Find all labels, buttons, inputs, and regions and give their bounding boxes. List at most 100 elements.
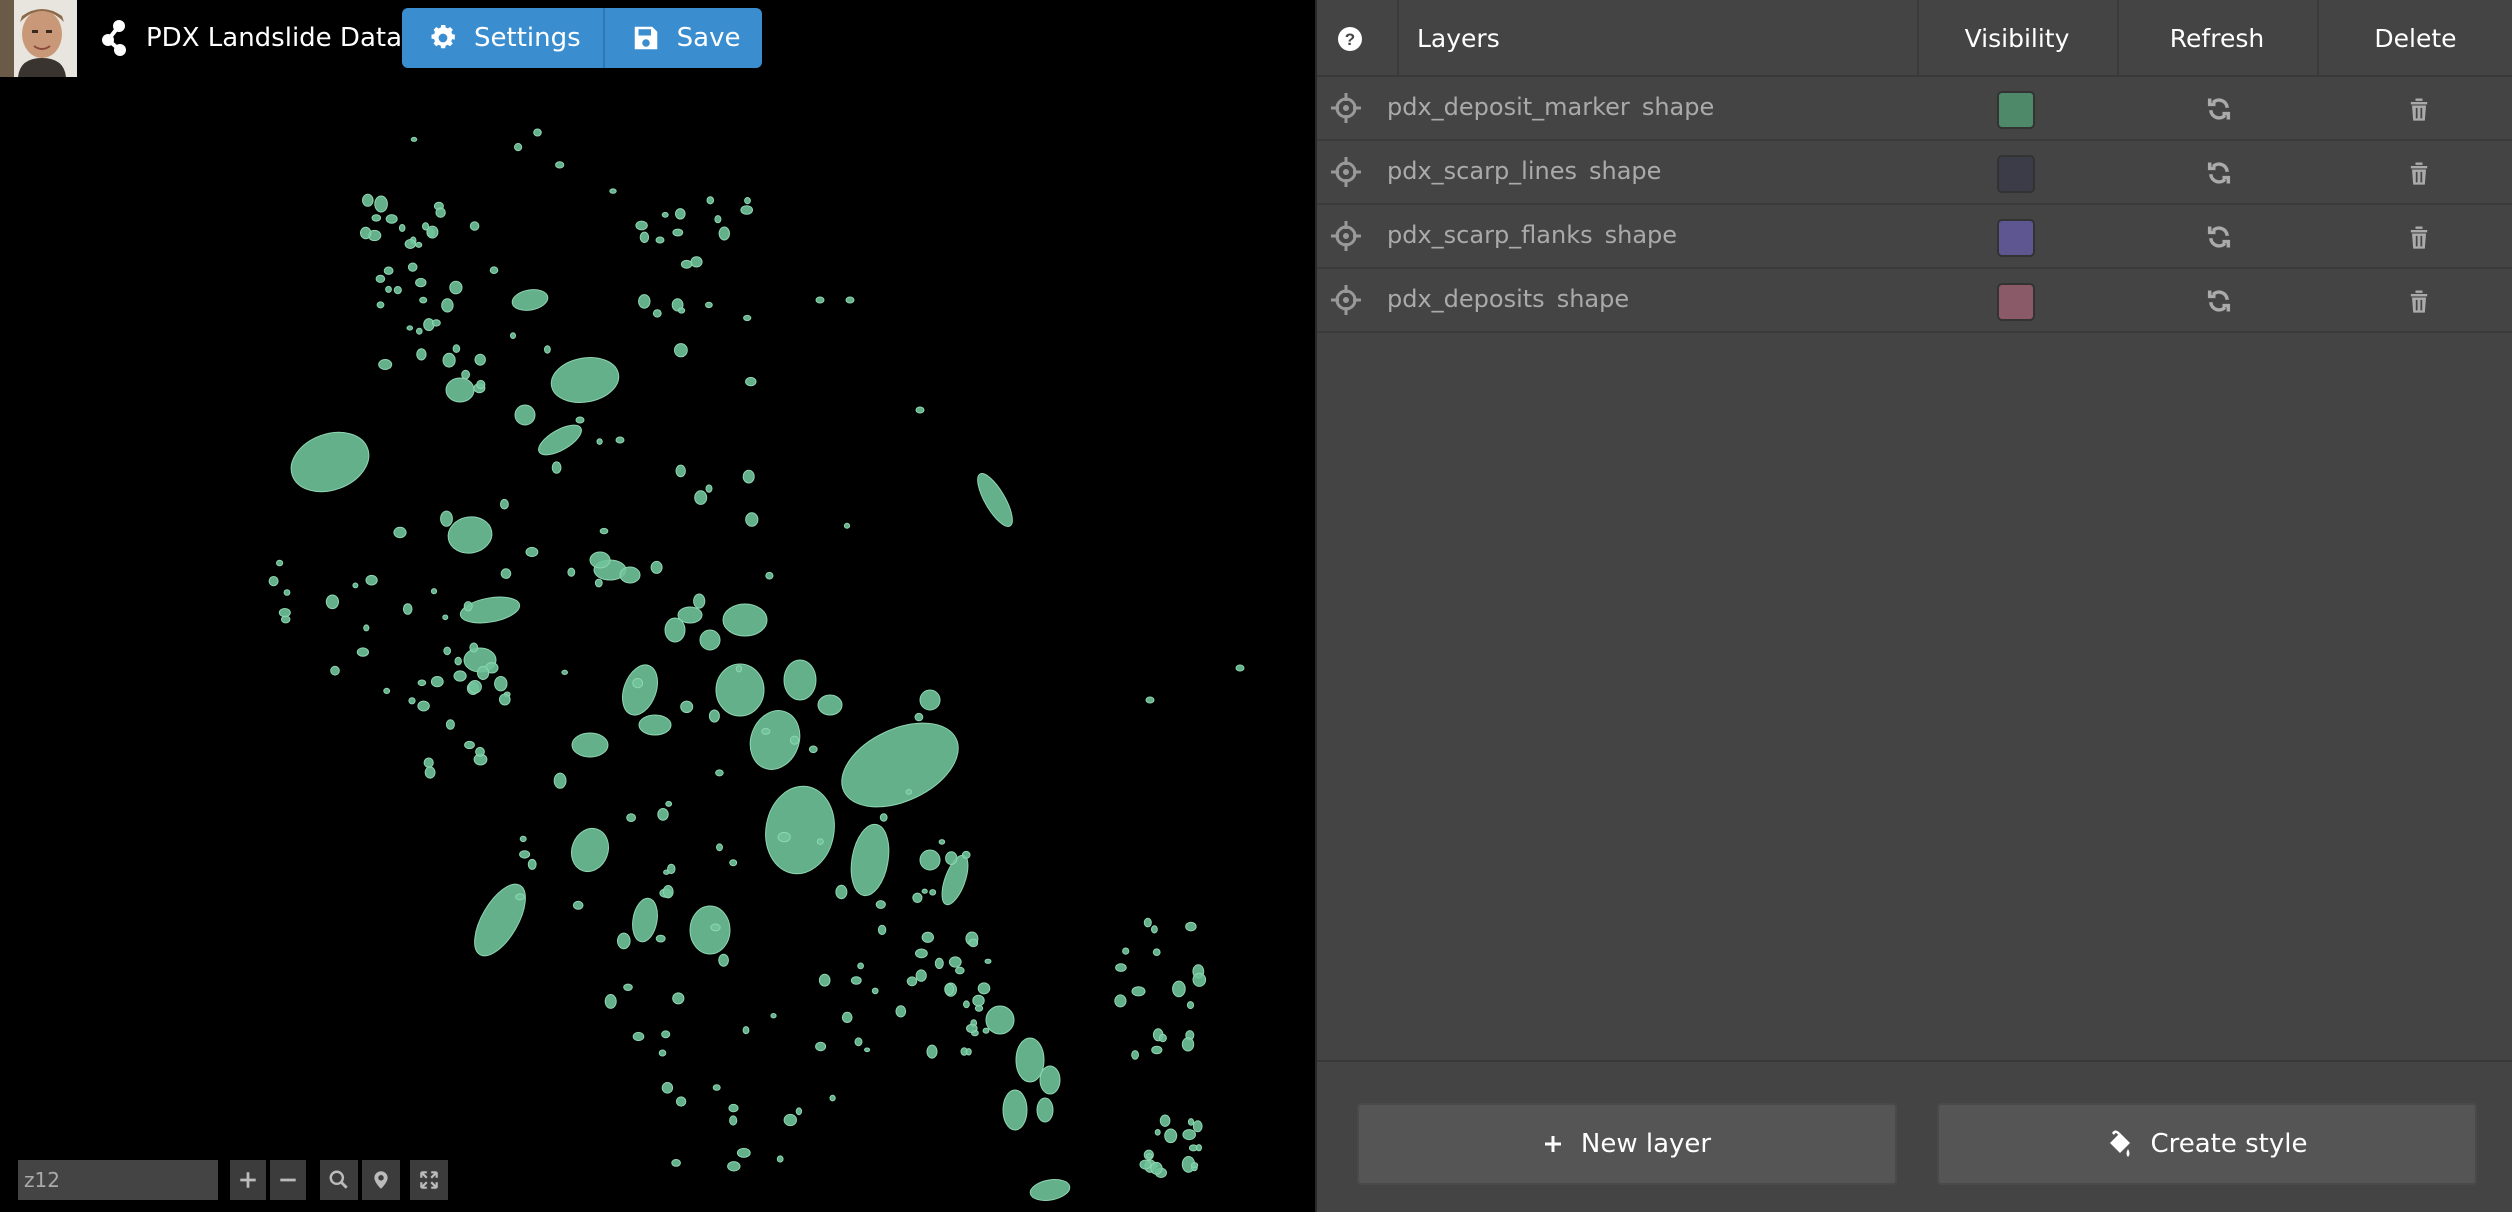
svg-text:?: ? [1345, 30, 1355, 49]
landslide-marker [921, 888, 928, 894]
layer-name: pdx_scarp_flanks [1387, 221, 1593, 249]
visibility-swatch[interactable] [1997, 155, 2035, 193]
crosshair-icon[interactable] [1329, 91, 1363, 125]
landslide-marker [283, 589, 291, 596]
visibility-swatch[interactable] [1997, 91, 2035, 129]
landslide-marker [652, 309, 662, 318]
landslide-marker [1195, 1144, 1203, 1152]
refresh-icon[interactable] [2205, 223, 2233, 251]
landslide-marker [845, 296, 855, 304]
trash-icon[interactable] [2405, 223, 2433, 251]
refresh-icon[interactable] [2205, 95, 2233, 123]
save-button[interactable]: Save [602, 8, 763, 68]
landslide-marker [567, 567, 576, 577]
crosshair-icon[interactable] [1329, 155, 1363, 189]
landslide-marker [440, 510, 453, 527]
landslide-marker [1185, 921, 1197, 932]
layer-row[interactable]: pdx_deposit_marker shape [1317, 77, 2512, 141]
landslide-marker [371, 214, 382, 222]
landslide-marker [474, 353, 486, 366]
app-brand[interactable]: PDX Landslide Data [100, 18, 402, 58]
layer-row[interactable]: pdx_deposits shape [1317, 269, 2512, 333]
landslide-marker [662, 885, 674, 899]
landslide-deposit [571, 732, 609, 758]
landslide-marker [430, 676, 444, 688]
landslide-marker [727, 1161, 741, 1172]
app-title: PDX Landslide Data [146, 23, 403, 53]
landslide-marker [945, 851, 958, 866]
landslide-marker [626, 813, 636, 822]
landslide-marker [599, 527, 609, 535]
landslide-marker [742, 469, 755, 484]
landslide-deposit [817, 694, 843, 716]
landslide-marker [1122, 947, 1130, 955]
create-style-button[interactable]: Create style [1937, 1103, 2477, 1185]
landslide-marker [841, 1011, 853, 1024]
landslide-marker [965, 1048, 972, 1056]
help-button[interactable]: ? [1337, 0, 1363, 77]
landslide-marker [469, 221, 480, 231]
landslide-marker [714, 215, 722, 224]
visibility-swatch[interactable] [1997, 283, 2035, 321]
landslide-marker [914, 712, 924, 722]
crosshair-icon[interactable] [1329, 219, 1363, 253]
map-canvas[interactable] [0, 0, 1315, 1212]
new-layer-button[interactable]: New layer [1357, 1103, 1897, 1185]
landslide-marker [489, 266, 499, 275]
landslide-marker [416, 348, 427, 361]
trash-icon[interactable] [2405, 287, 2433, 315]
layer-row[interactable]: pdx_scarp_lines shape [1317, 141, 2512, 205]
landslide-marker [1152, 948, 1161, 957]
save-label: Save [676, 23, 741, 53]
layer-row[interactable]: pdx_scarp_flanks shape [1317, 205, 2512, 269]
landslide-marker [795, 1107, 803, 1116]
layer-name-text[interactable]: pdx_scarp_lines shape [1387, 157, 1661, 185]
layer-type: shape [1641, 93, 1715, 121]
trash-icon[interactable] [2405, 95, 2433, 123]
landslide-marker [938, 839, 946, 845]
landslide-deposit [783, 659, 817, 701]
settings-button[interactable]: Settings [402, 8, 603, 68]
trash-icon[interactable] [2405, 159, 2433, 187]
zoom-out-button[interactable] [270, 1160, 306, 1200]
layers-panel: ? Layers Visibility Refresh Delete pdx_d… [1315, 0, 2512, 1212]
landslide-marker [426, 225, 439, 239]
layer-name-text[interactable]: pdx_deposit_marker shape [1387, 93, 1714, 121]
landslide-marker [575, 416, 585, 424]
refresh-icon[interactable] [2205, 159, 2233, 187]
layer-name-text[interactable]: pdx_deposits shape [1387, 285, 1629, 313]
landslide-marker [963, 1000, 970, 1009]
landslide-marker [500, 498, 509, 510]
landslide-marker [1150, 1161, 1163, 1175]
refresh-icon[interactable] [2205, 287, 2233, 315]
landslide-marker [675, 208, 686, 220]
landslide-marker [385, 285, 392, 293]
landslide-marker [736, 1147, 751, 1158]
landslide-marker [475, 746, 485, 757]
zoom-in-icon [240, 1172, 256, 1188]
landslide-marker [376, 301, 385, 309]
avatar[interactable] [0, 0, 77, 77]
visibility-swatch[interactable] [1997, 219, 2035, 257]
landslide-marker [453, 670, 467, 682]
fullscreen-button[interactable] [410, 1160, 448, 1200]
landslide-marker [363, 624, 370, 632]
layers-table-header: ? Layers Visibility Refresh Delete [1317, 0, 2512, 77]
landslide-marker [330, 665, 340, 676]
landslide-marker [712, 1084, 721, 1091]
locate-button[interactable] [362, 1160, 400, 1200]
settings-label: Settings [474, 23, 581, 53]
landslide-deposit [765, 785, 835, 875]
landslide-marker [961, 850, 971, 859]
layer-name-text[interactable]: pdx_scarp_flanks shape [1387, 221, 1677, 249]
landslide-marker [926, 1044, 938, 1059]
landslide-marker [972, 994, 985, 1007]
crosshair-icon[interactable] [1329, 283, 1363, 317]
landslide-marker [1187, 1118, 1195, 1126]
search-button[interactable] [320, 1160, 358, 1200]
zoom-in-button[interactable] [230, 1160, 266, 1200]
landslide-marker [596, 438, 603, 445]
layer-type: shape [1589, 157, 1662, 185]
landslide-marker [665, 800, 673, 807]
landslide-marker [477, 666, 490, 680]
